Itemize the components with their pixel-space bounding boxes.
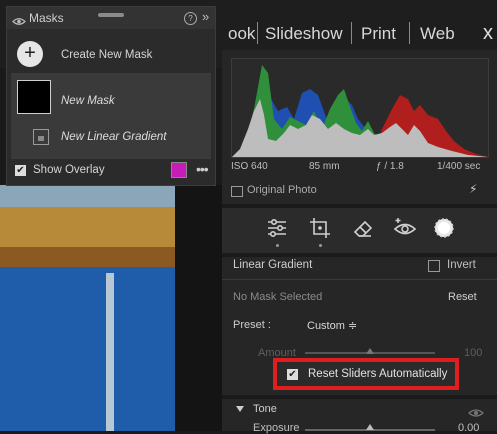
photo-roof-edge: [0, 247, 175, 267]
active-tool-dot: [276, 244, 279, 247]
nav-item-book[interactable]: ook: [228, 24, 255, 44]
masks-panel: Masks ? » + Create New Mask New Mask New…: [6, 6, 216, 186]
exposure-label: Exposure: [253, 422, 300, 434]
panel-divider: [222, 253, 497, 257]
photo-canvas[interactable]: [0, 185, 175, 431]
create-new-mask-button[interactable]: +: [17, 41, 43, 67]
nav-divider: [409, 22, 410, 44]
photo-blue-wall: [0, 267, 175, 431]
mask-thumbnail[interactable]: [17, 80, 51, 114]
reset-sliders-label[interactable]: Reset Sliders Automatically: [308, 368, 447, 380]
collapse-chevrons-icon[interactable]: »: [202, 9, 209, 24]
tone-visibility-eye-icon[interactable]: [468, 405, 484, 423]
masking-icon[interactable]: [432, 216, 456, 240]
reset-sliders-checkbox[interactable]: ✔: [287, 369, 298, 380]
help-icon[interactable]: ?: [184, 12, 197, 25]
develop-right-panel: ISO 640 85 mm ƒ / 1.8 1/400 sec Original…: [222, 50, 497, 434]
original-photo-checkbox[interactable]: [231, 186, 243, 197]
nav-item-slideshow[interactable]: Slideshow: [265, 24, 343, 44]
histogram[interactable]: [231, 58, 489, 158]
photo-building: [0, 207, 175, 247]
mask-item-linear-gradient[interactable]: New Linear Gradient: [61, 131, 166, 143]
tone-section-title[interactable]: Tone: [253, 403, 277, 415]
drag-handle[interactable]: [98, 13, 124, 17]
mask-item-new-mask[interactable]: New Mask: [61, 95, 115, 107]
exposure-slider-thumb[interactable]: [366, 424, 374, 430]
exposure-value[interactable]: 0.00: [458, 422, 479, 434]
red-eye-icon[interactable]: [393, 216, 417, 240]
reset-sliders-highlight: ✔ Reset Sliders Automatically: [273, 358, 459, 390]
mask-list: New Mask New Linear Gradient: [11, 73, 211, 159]
linear-gradient-icon[interactable]: [33, 129, 49, 145]
histogram-graph: [232, 65, 488, 157]
photo-sky: [0, 185, 175, 207]
invert-checkbox[interactable]: [428, 260, 440, 272]
nav-item-print[interactable]: Print: [361, 24, 396, 44]
preset-label: Preset :: [233, 319, 271, 331]
more-options-icon[interactable]: •••: [196, 161, 209, 177]
eye-icon[interactable]: [12, 13, 26, 31]
original-photo-label: Original Photo: [247, 184, 317, 196]
nav-divider: [351, 22, 352, 44]
panel-divider: [222, 395, 497, 399]
close-icon[interactable]: x: [483, 22, 493, 45]
overlay-color-swatch[interactable]: [171, 162, 187, 178]
active-tool-dot: [319, 244, 322, 247]
no-mask-selected-text: No Mask Selected: [233, 291, 323, 303]
exif-focal-length: 85 mm: [309, 161, 340, 172]
create-new-mask-label[interactable]: Create New Mask: [61, 49, 152, 61]
linear-gradient-title: Linear Gradient: [233, 259, 313, 271]
amount-value[interactable]: 100: [464, 347, 482, 359]
exif-iso: ISO 640: [231, 161, 268, 172]
sliders-icon[interactable]: [265, 216, 289, 240]
masks-panel-header[interactable]: Masks ? »: [7, 7, 215, 29]
photo-pole: [106, 273, 114, 431]
invert-label: Invert: [447, 259, 476, 271]
show-overlay-label[interactable]: Show Overlay: [33, 164, 105, 176]
reset-button[interactable]: Reset: [448, 291, 477, 303]
show-overlay-checkbox[interactable]: ✔: [15, 165, 26, 176]
exif-shutter: 1/400 sec: [437, 161, 481, 172]
smart-preview-bolt-icon[interactable]: ⚡: [469, 182, 477, 196]
masks-panel-title: Masks: [29, 11, 64, 25]
tone-disclosure-icon[interactable]: [236, 406, 244, 412]
nav-divider: [257, 22, 258, 44]
panel-divider: [222, 279, 497, 280]
tool-strip: [222, 208, 497, 256]
nav-item-web[interactable]: Web: [420, 24, 455, 44]
crop-icon[interactable]: [308, 216, 332, 240]
preset-dropdown[interactable]: Custom ≑: [307, 319, 357, 332]
canvas-margin: [175, 185, 222, 431]
exif-readout: ISO 640 85 mm ƒ / 1.8 1/400 sec: [231, 158, 489, 178]
amount-slider-thumb[interactable]: [366, 348, 374, 354]
exif-aperture: ƒ / 1.8: [376, 161, 404, 172]
eraser-icon[interactable]: [351, 216, 375, 240]
